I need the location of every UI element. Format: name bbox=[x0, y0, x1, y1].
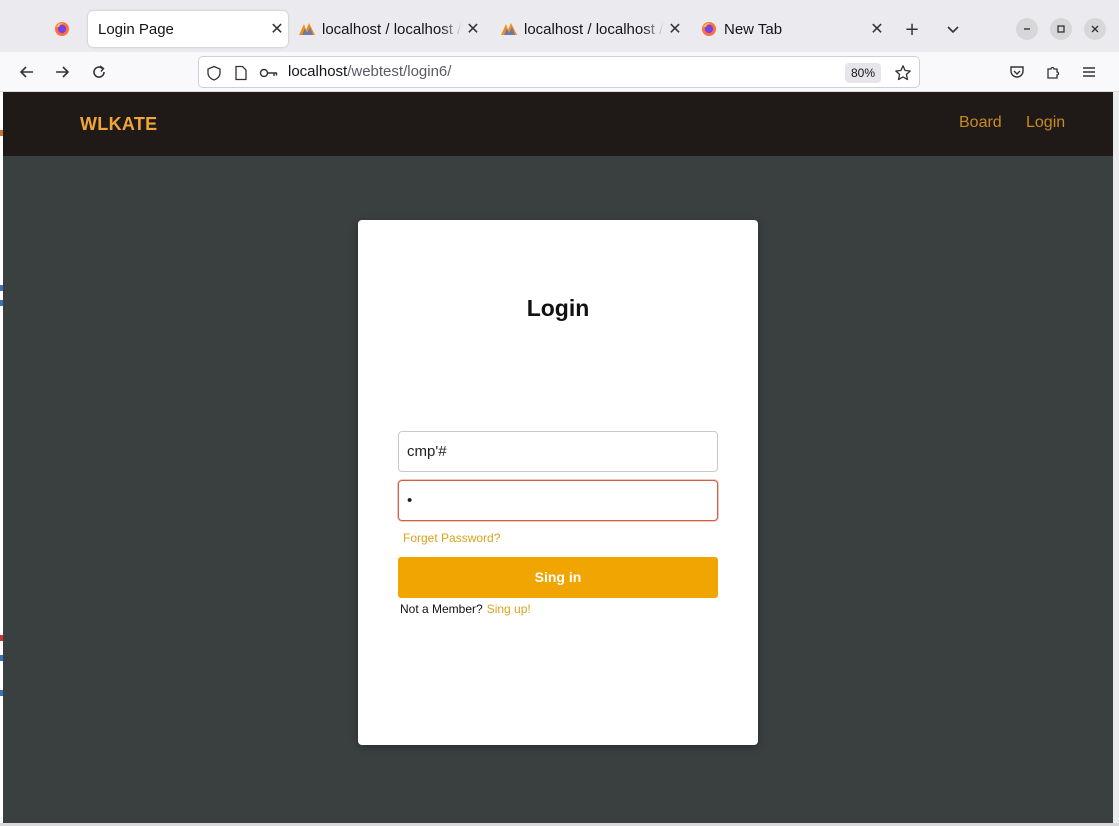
tab-login-page[interactable]: Login Page ✕ bbox=[88, 11, 288, 47]
back-button[interactable] bbox=[13, 58, 41, 86]
bookmark-star-icon[interactable] bbox=[894, 64, 912, 82]
forward-arrow-icon bbox=[56, 66, 70, 78]
key-icon[interactable] bbox=[259, 64, 279, 82]
firefox-view-button[interactable] bbox=[44, 14, 80, 44]
close-icon[interactable]: ✕ bbox=[664, 19, 686, 39]
firefox-icon bbox=[55, 22, 69, 36]
site-navbar: WLKATE Board Login bbox=[3, 92, 1113, 156]
menu-button[interactable] bbox=[1075, 58, 1103, 86]
tab-label: Login Page bbox=[98, 20, 174, 38]
phpmyadmin-icon bbox=[500, 20, 518, 38]
not-member-text: Not a Member? bbox=[400, 602, 483, 616]
background-window-mark bbox=[0, 285, 3, 291]
hamburger-menu-icon bbox=[1083, 67, 1095, 77]
close-icon[interactable]: ✕ bbox=[266, 19, 288, 39]
minimize-icon bbox=[1024, 28, 1030, 30]
back-arrow-icon bbox=[19, 66, 33, 78]
close-icon[interactable]: ✕ bbox=[462, 19, 484, 39]
signup-link[interactable]: Sing up! bbox=[487, 602, 531, 616]
reload-button[interactable] bbox=[85, 58, 113, 86]
minimize-button[interactable] bbox=[1016, 18, 1038, 40]
pocket-icon bbox=[1010, 66, 1024, 78]
maximize-icon bbox=[1057, 25, 1065, 33]
forward-button[interactable] bbox=[48, 58, 76, 86]
tab-phpmyadmin-2[interactable]: localhost / localhost / ✕ bbox=[500, 11, 686, 47]
window-close-button[interactable] bbox=[1084, 18, 1106, 40]
nav-link-login[interactable]: Login bbox=[1026, 114, 1065, 132]
chevron-down-icon bbox=[947, 26, 959, 34]
close-icon[interactable]: ✕ bbox=[866, 19, 888, 39]
tab-label: localhost / localhost / bbox=[524, 20, 664, 38]
background-window-edge bbox=[0, 92, 3, 823]
pocket-button[interactable] bbox=[1003, 58, 1031, 86]
url-text[interactable]: localhost/webtest/login6/ bbox=[288, 63, 451, 80]
shield-icon[interactable] bbox=[205, 64, 223, 82]
sign-in-button[interactable]: Sing in bbox=[398, 557, 718, 598]
tab-label: localhost / localhost / bbox=[322, 20, 462, 38]
username-input[interactable] bbox=[398, 431, 718, 472]
puzzle-icon bbox=[1047, 66, 1060, 79]
background-window-mark bbox=[0, 635, 3, 641]
tab-label: New Tab bbox=[724, 20, 783, 38]
url-bar[interactable]: localhost/webtest/login6/ 80% bbox=[198, 56, 920, 88]
background-window-mark bbox=[0, 300, 3, 306]
web-page: WLKATE Board Login Login Forget Password… bbox=[3, 92, 1113, 823]
nav-link-board[interactable]: Board bbox=[959, 114, 1002, 132]
login-card: Login Forget Password? Sing in Not a Mem… bbox=[358, 220, 758, 745]
extensions-button[interactable] bbox=[1039, 58, 1067, 86]
reload-icon bbox=[93, 65, 105, 78]
zoom-level-button[interactable]: 80% bbox=[845, 63, 882, 83]
password-input[interactable] bbox=[398, 480, 718, 521]
url-host: localhost bbox=[288, 63, 348, 80]
firefox-icon bbox=[700, 20, 718, 38]
login-title: Login bbox=[526, 295, 590, 321]
list-all-tabs-button[interactable] bbox=[941, 17, 965, 41]
site-brand[interactable]: WLKATE bbox=[80, 114, 157, 135]
maximize-button[interactable] bbox=[1050, 18, 1072, 40]
close-icon bbox=[1091, 25, 1099, 33]
background-window-mark bbox=[0, 130, 3, 136]
tab-phpmyadmin-1[interactable]: localhost / localhost / ✕ bbox=[298, 11, 484, 47]
plus-icon: + bbox=[904, 18, 920, 40]
browser-toolbar: localhost/webtest/login6/ 80% bbox=[0, 52, 1119, 92]
background-window-mark bbox=[0, 690, 3, 696]
new-tab-button[interactable]: + bbox=[900, 17, 924, 41]
phpmyadmin-icon bbox=[298, 20, 316, 38]
tab-new-tab[interactable]: New Tab ✕ bbox=[700, 11, 888, 47]
signup-prompt: Not a Member? Sing up! bbox=[400, 602, 531, 616]
background-window-mark bbox=[0, 655, 3, 661]
forget-password-link[interactable]: Forget Password? bbox=[403, 531, 500, 545]
page-icon[interactable] bbox=[232, 64, 250, 82]
browser-tab-strip: Login Page ✕ localhost / localhost / ✕ l… bbox=[0, 0, 1119, 52]
window-border bbox=[1113, 92, 1119, 826]
url-path: /webtest/login6/ bbox=[347, 63, 452, 80]
